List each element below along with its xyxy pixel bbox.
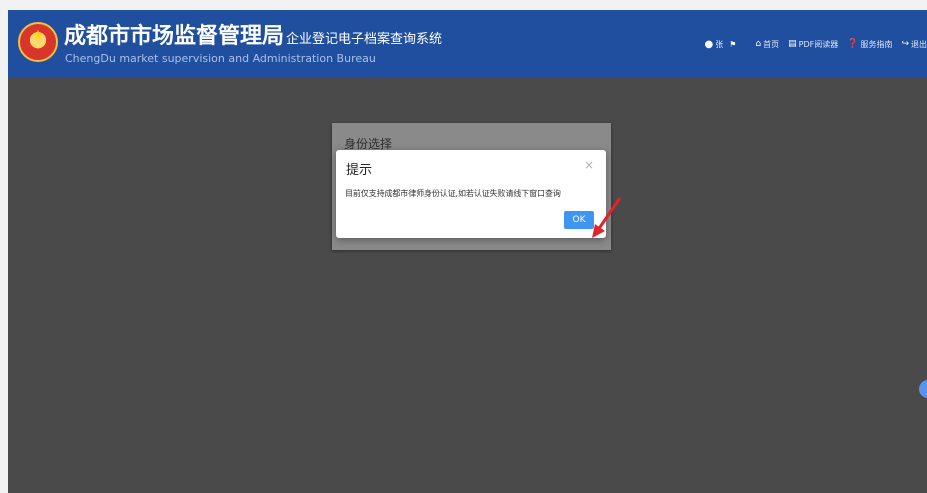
- nav-pdf-reader[interactable]: ▤ PDF阅读器: [788, 39, 838, 50]
- nav-logout-label: 退出: [911, 39, 927, 49]
- annotation-arrow-icon: [592, 197, 622, 238]
- question-circle-icon: ❓: [847, 39, 859, 49]
- close-icon[interactable]: ×: [584, 158, 594, 172]
- nav-home[interactable]: ⌂ 首页: [755, 39, 779, 50]
- user-menu[interactable]: ● 张 ⚑: [705, 39, 737, 50]
- flag-icon: ⚑: [729, 39, 737, 49]
- browser-viewport: ★ 成都市市场监督管理局 企业登记电子档案查询系统 ChengDu market …: [8, 10, 927, 493]
- site-title-english: ChengDu market supervision and Administr…: [65, 52, 376, 65]
- tip-dialog: 提示 × 目前仅支持成都市律师身份认证,如若认证失败请线下窗口查询 OK: [336, 150, 606, 238]
- nav-pdf-reader-label: PDF阅读器: [798, 39, 839, 49]
- nav-logout[interactable]: ↪ 退出: [901, 39, 927, 50]
- nav-service-guide-label: 服务指南: [860, 39, 893, 49]
- site-title-text: 成都市市场监督管理局: [64, 24, 285, 49]
- site-subtitle: 企业登记电子档案查询系统: [286, 32, 443, 47]
- user-icon: ●: [704, 38, 714, 50]
- user-name: 张: [715, 39, 724, 49]
- nav-service-guide[interactable]: ❓ 服务指南: [847, 39, 892, 50]
- national-emblem-icon: ★: [18, 22, 58, 62]
- logout-icon: ↪: [901, 39, 909, 49]
- top-nav: ● 张 ⚑ ⌂ 首页 ▤ PDF阅读器 ❓ 服务指南 ↪ 退出: [705, 36, 927, 52]
- nav-home-label: 首页: [763, 39, 780, 49]
- floating-help-button[interactable]: [919, 380, 927, 398]
- home-icon: ⌂: [755, 39, 762, 49]
- site-title: 成都市市场监督管理局 企业登记电子档案查询系统: [64, 24, 442, 53]
- tip-dialog-title: 提示: [346, 163, 373, 178]
- tip-dialog-message: 目前仅支持成都市律师身份认证,如若认证失败请线下窗口查询: [345, 189, 561, 198]
- site-header: ★ 成都市市场监督管理局 企业登记电子档案查询系统 ChengDu market …: [8, 10, 927, 78]
- pdf-reader-icon: ▤: [788, 39, 797, 49]
